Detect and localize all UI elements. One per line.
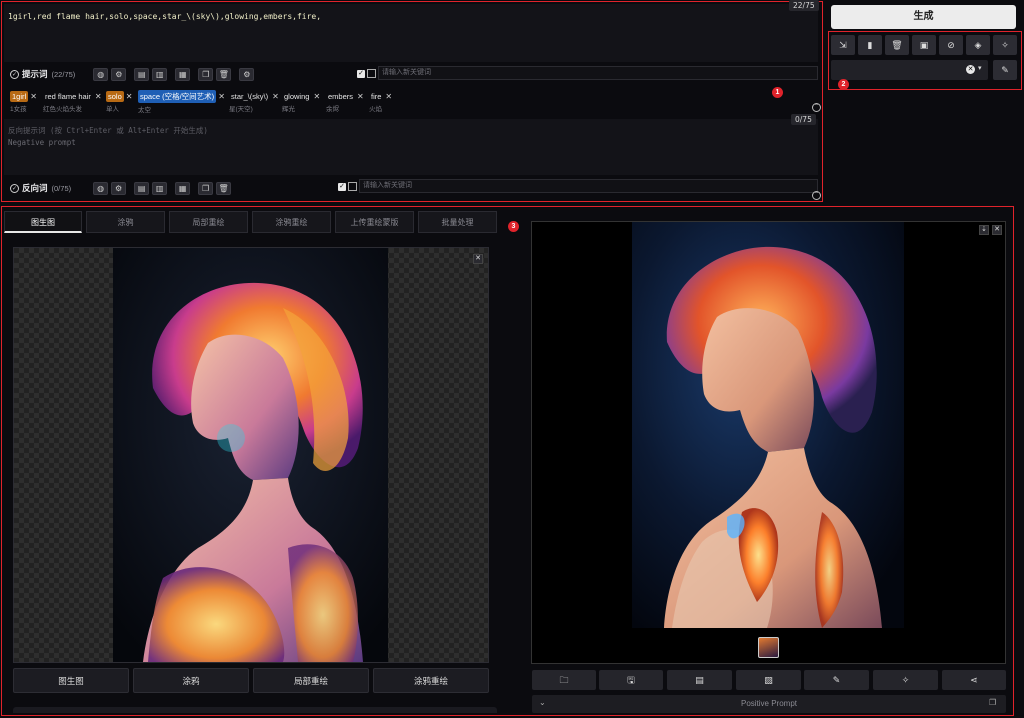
chevron-up-icon[interactable]: ⌃ <box>812 191 821 200</box>
tab-inpaint-sketch[interactable]: 涂鸦重绘 <box>252 211 331 233</box>
img2img-tabs: 图生图 涂鸦 局部重绘 涂鸦重绘 上传重绘蒙版 批量处理 <box>4 211 501 233</box>
annotation-badge-2: 2 <box>838 79 849 90</box>
negative-kw-checkbox[interactable]: ✓ <box>338 183 346 191</box>
file-edit-icon[interactable]: ▤ <box>134 181 150 195</box>
zip-icon[interactable]: ▤ <box>667 670 732 690</box>
trash-icon[interactable]: 🗑 <box>885 35 909 55</box>
panel-bottom-strip <box>13 707 497 713</box>
close-icon[interactable]: ✕ <box>272 92 279 101</box>
negative-count: (0/75) <box>51 183 72 193</box>
portrait-illustration-left <box>113 248 388 662</box>
annotation-badge-1: 1 <box>772 87 783 98</box>
clipboard-icon[interactable]: ▣ <box>912 35 936 55</box>
positive-token-counter: 22/75 <box>789 0 819 11</box>
positive-toolbar: ✓ 提示词 (22/75) ◍ ⚙ ▤ ▥ ▦ ❐ 🗑 ⚙ <box>10 65 350 83</box>
check-circle-icon: ✓ <box>10 183 19 193</box>
negative-kw-toggle[interactable] <box>348 182 357 191</box>
positive-prompt-textarea[interactable]: 1girl,red flame hair,solo,space,star_\(s… <box>4 4 818 62</box>
negative-placeholder-2: Negative prompt <box>8 138 76 147</box>
output-thumbnail[interactable] <box>758 637 779 658</box>
positive-prompt-bar-label: Positive Prompt <box>740 699 798 708</box>
positive-prompt-bar[interactable]: ⌄ Positive Prompt ❐ <box>532 695 1006 713</box>
cube-icon[interactable]: ◈ <box>966 35 990 55</box>
positive-kw-checkbox[interactable]: ✓ <box>357 70 365 78</box>
tag-fire[interactable]: fire ✕ 火焰 <box>369 90 392 113</box>
magic-icon[interactable]: ✧ <box>873 670 938 690</box>
positive-prompt-text: 1girl,red flame hair,solo,space,star_\(s… <box>8 12 322 21</box>
share-icon[interactable]: ⋖ <box>942 670 1006 690</box>
file-upload-icon[interactable]: ▥ <box>152 181 168 195</box>
tag-embers[interactable]: embers ✕ 余烬 <box>326 90 364 113</box>
trash-icon[interactable]: 🗑 <box>216 181 232 195</box>
negative-keyword-input[interactable]: 请输入新关键词 <box>359 179 818 193</box>
send-to-sketch-button[interactable]: 涂鸦 <box>133 668 249 693</box>
positive-count: (22/75) <box>51 69 76 79</box>
negative-placeholder-1: 反向提示词 (按 Ctrl+Enter 或 Alt+Enter 开始生成) <box>8 126 208 135</box>
close-icon[interactable]: ✕ <box>313 92 320 101</box>
style-dropdown[interactable]: ✕ ▾ <box>831 60 988 80</box>
close-icon[interactable]: ✕ <box>30 92 37 101</box>
folder-icon[interactable]: 🗀 <box>532 670 596 690</box>
trash-icon[interactable]: 🗑 <box>216 67 232 81</box>
book-icon[interactable]: ▮ <box>858 35 882 55</box>
brush-icon[interactable]: ✎ <box>804 670 869 690</box>
edit-icon[interactable]: ✎ <box>993 60 1017 80</box>
portrait-illustration-right <box>632 222 904 628</box>
negative-prompt-textarea[interactable]: 反向提示词 (按 Ctrl+Enter 或 Alt+Enter 开始生成) Ne… <box>4 119 818 175</box>
gear-icon[interactable]: ⚙ <box>111 181 127 195</box>
send-to-img2img-button[interactable]: 图生图 <box>13 668 129 693</box>
tab-sketch[interactable]: 涂鸦 <box>86 211 165 233</box>
check-circle-icon: ✓ <box>10 69 19 79</box>
copy-icon[interactable]: ❐ <box>198 181 214 195</box>
output-image[interactable] <box>632 222 904 628</box>
close-icon[interactable]: ✕ <box>218 92 225 101</box>
chevron-up-icon[interactable]: ⌃ <box>812 103 821 112</box>
send-to-inpaint-button[interactable]: 局部重绘 <box>253 668 369 693</box>
tab-img2img[interactable]: 图生图 <box>4 211 82 233</box>
annotation-badge-3: 3 <box>508 221 519 232</box>
send-to-inpaint-sketch-button[interactable]: 涂鸦重绘 <box>373 668 489 693</box>
positive-kw-toggle[interactable] <box>367 69 376 78</box>
positive-label: 提示词 <box>22 69 48 79</box>
close-icon[interactable]: ✕ <box>385 92 392 101</box>
tag-space[interactable]: space (空格/空间艺术) ✕ 太空 <box>138 90 225 114</box>
tag-solo[interactable]: solo ✕ 单人 <box>106 90 132 113</box>
settings-icon[interactable]: ⚙ <box>239 67 255 81</box>
tag-star-sky[interactable]: star_\(sky\) ✕ 星(天空) <box>229 90 279 113</box>
magic-wand-icon[interactable]: ✧ <box>993 35 1017 55</box>
chevron-down-icon[interactable]: ▾ <box>978 64 982 72</box>
layout-icon[interactable]: ▦ <box>175 67 191 81</box>
tag-red-flame-hair[interactable]: red flame hair ✕ 红色火焰头发 <box>43 90 102 113</box>
download-icon[interactable]: ⇣ <box>979 225 989 235</box>
file-upload-icon[interactable]: ▥ <box>152 67 168 81</box>
globe-icon[interactable]: ◍ <box>93 67 109 81</box>
image-icon[interactable]: ▨ <box>736 670 801 690</box>
clear-icon[interactable]: ✕ <box>966 65 975 74</box>
file-edit-icon[interactable]: ▤ <box>134 67 150 81</box>
tag-glowing[interactable]: glowing ✕ 辉光 <box>282 90 320 113</box>
layout-icon[interactable]: ▦ <box>175 181 191 195</box>
negative-token-counter: 0/75 <box>791 114 816 125</box>
save-icon[interactable]: 🖫 <box>599 670 663 690</box>
input-image <box>113 248 388 662</box>
paperclip-icon[interactable]: ⊘ <box>939 35 963 55</box>
close-icon[interactable]: ✕ <box>357 92 364 101</box>
positive-keyword-input[interactable]: 请输入新关键词 <box>378 66 818 80</box>
close-icon[interactable]: ✕ <box>473 254 483 264</box>
close-icon[interactable]: ✕ <box>95 92 102 101</box>
globe-icon[interactable]: ◍ <box>93 181 109 195</box>
copy-icon[interactable]: ❐ <box>198 67 214 81</box>
close-icon[interactable]: ✕ <box>992 225 1002 235</box>
copy-icon[interactable]: ❐ <box>989 698 996 707</box>
tab-inpaint-upload[interactable]: 上传重绘蒙版 <box>335 211 414 233</box>
arrow-diagonal-icon[interactable]: ⇲ <box>831 35 855 55</box>
generate-button[interactable]: 生成 <box>831 5 1016 29</box>
close-icon[interactable]: ✕ <box>126 92 133 101</box>
tag-1girl[interactable]: 1girl ✕ 1女孩 <box>10 90 37 113</box>
negative-toolbar: ✓ 反向词 (0/75) ◍ ⚙ ▤ ▥ ▦ ❐ 🗑 <box>10 179 270 197</box>
tab-inpaint[interactable]: 局部重绘 <box>169 211 248 233</box>
gear-icon[interactable]: ⚙ <box>111 67 127 81</box>
tab-batch[interactable]: 批量处理 <box>418 211 497 233</box>
negative-label: 反向词 <box>22 183 48 193</box>
